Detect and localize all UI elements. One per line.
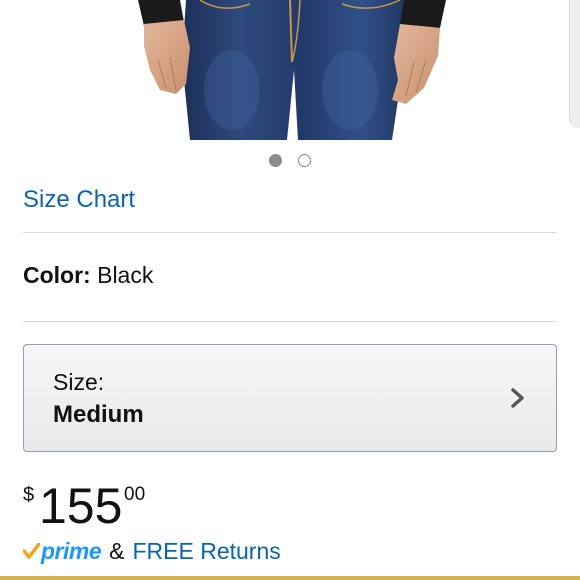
product-page: Size Chart Color: Black Size: Medium $ 1… bbox=[0, 0, 580, 580]
product-image[interactable] bbox=[0, 0, 580, 145]
shipping-row: prime & FREE Returns bbox=[23, 538, 281, 570]
prime-label: prime bbox=[41, 538, 102, 564]
size-selector-button[interactable]: Size: Medium bbox=[23, 344, 557, 452]
carousel-indicator bbox=[0, 154, 580, 167]
color-label: Color: bbox=[23, 262, 91, 288]
price-fraction: 00 bbox=[124, 484, 146, 505]
size-chart-link[interactable]: Size Chart bbox=[23, 186, 135, 214]
prime-check-icon bbox=[23, 543, 40, 559]
price-currency: $ bbox=[23, 484, 35, 506]
carousel-dot-active[interactable] bbox=[269, 154, 282, 167]
color-value: Black bbox=[97, 262, 154, 288]
price-whole: 155 bbox=[39, 478, 123, 534]
color-row: Color: Black bbox=[23, 262, 153, 289]
chevron-right-icon bbox=[511, 388, 524, 408]
free-returns-link[interactable]: FREE Returns bbox=[132, 538, 280, 565]
carousel-dot[interactable] bbox=[298, 154, 311, 167]
scrollbar-thumb[interactable] bbox=[569, 0, 580, 128]
bottom-accent-bar bbox=[0, 576, 580, 580]
size-label: Size: bbox=[53, 369, 105, 395]
prime-logo: prime bbox=[23, 538, 102, 565]
divider bbox=[23, 232, 557, 233]
ampersand: & bbox=[109, 538, 125, 564]
jeans-photo bbox=[138, 0, 446, 140]
size-value: Medium bbox=[53, 401, 144, 428]
divider bbox=[23, 321, 557, 322]
